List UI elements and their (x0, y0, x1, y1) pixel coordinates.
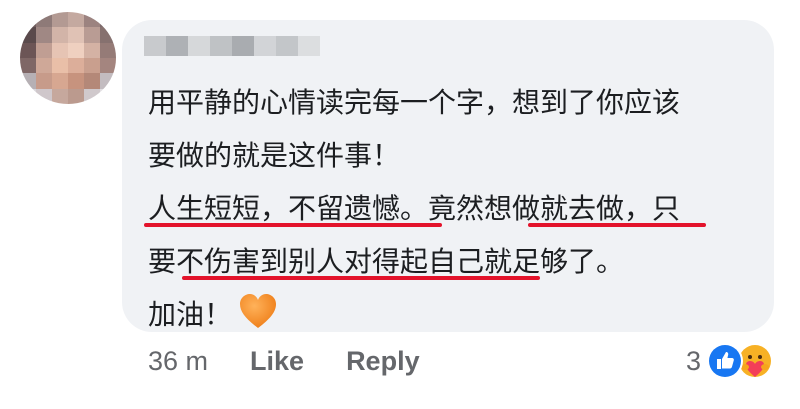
red-underline-2 (528, 223, 706, 227)
comment-line-1: 用平静的心情读完每一个字，想到了你应该 (148, 86, 681, 119)
red-underline-3 (182, 276, 540, 280)
comment-line-5: 加油！ (148, 288, 768, 341)
like-icon (707, 343, 744, 379)
commenter-name-blurred[interactable] (144, 36, 320, 56)
comment-text: 用平静的心情读完每一个字，想到了你应该 要做的就是这件事！ 人生短短，不留遗憾。… (144, 76, 768, 341)
comment-line-4-text: 要不伤害到别人对得起自己就足够了。 (148, 245, 625, 278)
reaction-icons (707, 343, 779, 379)
comment-actions: 36 m Like Reply (148, 346, 420, 377)
comment-line-2: 要做的就是这件事！ (148, 139, 401, 172)
orange-heart-icon (238, 292, 278, 332)
reaction-summary[interactable]: 3 (686, 343, 779, 379)
comment-line-4: 要不伤害到别人对得起自己就足够了。 (148, 235, 768, 288)
timestamp[interactable]: 36 m (148, 346, 208, 377)
comment-line-3: 人生短短，不留遗憾。竟然想做就去做，只 (144, 182, 768, 235)
avatar[interactable] (20, 12, 116, 104)
reply-button[interactable]: Reply (346, 346, 420, 377)
reaction-count: 3 (686, 345, 702, 376)
comment-line-5-text: 加油！ (148, 298, 233, 331)
red-underline-1 (144, 223, 442, 227)
comment-line-3-text: 人生短短，不留遗憾。竟然想做就去做，只 (148, 192, 681, 225)
comment-bubble: 用平静的心情读完每一个字，想到了你应该 要做的就是这件事！ 人生短短，不留遗憾。… (122, 20, 774, 332)
like-button[interactable]: Like (250, 346, 304, 377)
